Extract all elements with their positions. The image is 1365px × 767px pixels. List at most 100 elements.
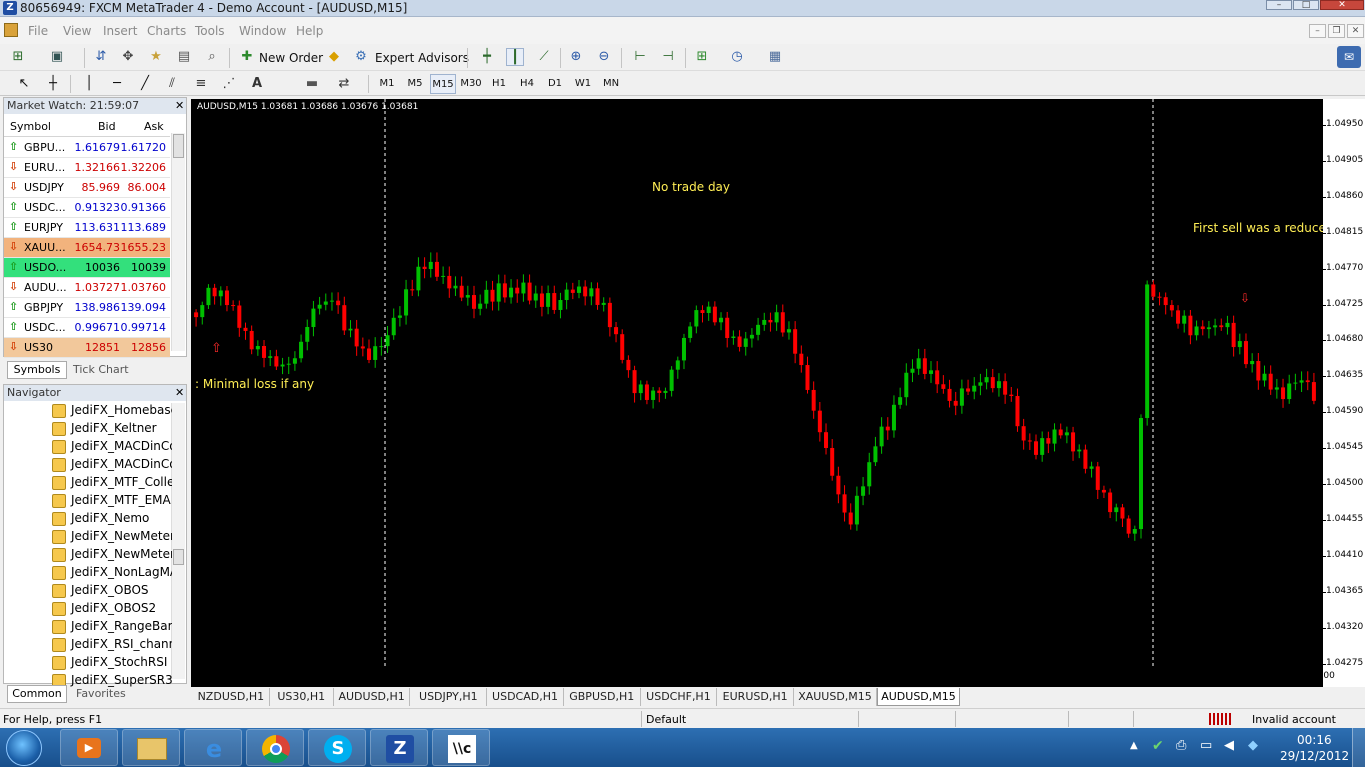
line-chart-icon[interactable]: ⟋ <box>535 48 553 66</box>
text-icon[interactable]: A <box>248 75 266 93</box>
crosshair-icon[interactable]: ┼ <box>44 75 62 93</box>
candlestick-chart-icon[interactable]: ┃ <box>506 48 524 66</box>
menu-view[interactable]: View <box>63 24 91 38</box>
navigator-item[interactable]: JediFX_Homebase <box>52 403 172 421</box>
navigator-item[interactable]: JediFX_MACDinCo <box>52 457 172 475</box>
navigator-item[interactable]: JediFX_NonLagMA <box>52 565 172 583</box>
timeframe-d1[interactable]: D1 <box>542 74 568 94</box>
show-desktop-button[interactable] <box>1352 728 1365 767</box>
notifications-icon[interactable]: ✉ <box>1337 46 1361 68</box>
navigator-item[interactable]: JediFX_MTF_Colle <box>52 475 172 493</box>
chart-tab[interactable]: XAUUSD,M15 <box>794 688 877 706</box>
market-watch-scroll-thumb[interactable] <box>173 134 184 158</box>
tab-symbols[interactable]: Symbols <box>7 361 67 379</box>
chart-area[interactable]: AUDUSD,M15 1.03681 1.03686 1.03676 1.036… <box>191 99 1326 687</box>
timeframe-h4[interactable]: H4 <box>514 74 540 94</box>
close-button[interactable]: ✕ <box>1320 0 1364 10</box>
tray-volume-icon[interactable]: ◀ <box>1224 738 1234 753</box>
fibonacci-fan-icon[interactable]: ⋰ <box>220 75 238 93</box>
navigator-item[interactable]: JediFX_OBOS2 <box>52 601 172 619</box>
column-ask[interactable]: Ask <box>144 120 164 133</box>
chart-tab[interactable]: GBPUSD,H1 <box>564 688 641 706</box>
navigator-item[interactable]: JediFX_Nemo <box>52 511 172 529</box>
timeframe-mn[interactable]: MN <box>598 74 624 94</box>
terminal-icon[interactable]: ▤ <box>175 48 193 66</box>
chart-tab[interactable]: USDJPY,H1 <box>411 688 488 706</box>
market-watch-scrollbar[interactable] <box>171 133 185 351</box>
strategy-tester-icon[interactable]: ⌕ <box>203 48 221 66</box>
bar-chart-icon[interactable]: ┿ <box>478 48 496 66</box>
templates-icon[interactable]: ▦ <box>766 48 784 66</box>
menu-file[interactable]: File <box>28 24 48 38</box>
timeframe-m15[interactable]: M15 <box>430 74 456 94</box>
data-window-icon[interactable]: ✥ <box>119 48 137 66</box>
chart-tab[interactable]: USDCAD,H1 <box>487 688 564 706</box>
menu-insert[interactable]: Insert <box>103 24 137 38</box>
taskbar-internet-explorer[interactable]: e <box>184 729 242 766</box>
taskbar-chrome[interactable] <box>246 729 304 766</box>
zoom-in-icon[interactable]: ⊕ <box>567 48 585 66</box>
chart-tab[interactable]: US30,H1 <box>270 688 334 706</box>
mdi-restore-button[interactable]: ❐ <box>1328 24 1345 38</box>
chart-canvas[interactable]: ⇧⇩ <box>191 99 1323 668</box>
chart-tab[interactable]: USDCHF,H1 <box>641 688 718 706</box>
zoom-out-icon[interactable]: ⊖ <box>595 48 613 66</box>
profiles-icon[interactable]: ▣ <box>48 48 66 66</box>
column-symbol[interactable]: Symbol <box>10 120 51 133</box>
tray-dropbox-icon[interactable]: ◆ <box>1248 738 1258 753</box>
new-order-icon[interactable]: ✚ <box>238 48 256 66</box>
navigator-icon[interactable]: ★ <box>147 48 165 66</box>
tray-security-icon[interactable]: ✔ <box>1152 738 1164 754</box>
market-watch-row[interactable]: ⇩ AUDU... 1.03727 1.03760 <box>4 278 170 298</box>
market-watch-icon[interactable]: ⇵ <box>92 48 110 66</box>
taskbar-skype[interactable]: S <box>308 729 366 766</box>
fibonacci-icon[interactable]: ≡ <box>192 75 210 93</box>
minimize-button[interactable]: – <box>1266 0 1292 10</box>
navigator-item[interactable]: JediFX_MTF_EMA <box>52 493 172 511</box>
chart-tab[interactable]: AUDUSD,H1 <box>334 688 411 706</box>
navigator-item[interactable]: JediFX_Keltner <box>52 421 172 439</box>
taskbar-metatrader[interactable]: Z <box>370 729 428 766</box>
navigator-close-icon[interactable]: ✕ <box>175 386 184 399</box>
market-watch-row[interactable]: ⇧ EURJPY 113.631 113.689 <box>4 218 170 238</box>
taskbar-media-player[interactable]: ▶ <box>60 729 118 766</box>
text-label-icon[interactable]: ▬ <box>303 75 321 93</box>
periods-icon[interactable]: ◷ <box>728 48 746 66</box>
timeframe-m5[interactable]: M5 <box>402 74 428 94</box>
cursor-icon[interactable]: ↖ <box>15 75 33 93</box>
tab-common[interactable]: Common <box>7 685 67 703</box>
auto-scroll-icon[interactable]: ⊢ <box>631 48 649 66</box>
menu-window[interactable]: Window <box>239 24 286 38</box>
start-button[interactable] <box>6 730 42 766</box>
taskbar-explorer[interactable] <box>122 729 180 766</box>
expert-advisors-button[interactable]: Expert Advisors <box>375 48 469 68</box>
timeframe-h1[interactable]: H1 <box>486 74 512 94</box>
new-chart-icon[interactable]: ⊞ <box>9 48 27 66</box>
tab-tick-chart[interactable]: Tick Chart <box>73 363 129 377</box>
market-watch-row[interactable]: ⇧ GBPU... 1.61679 1.61720 <box>4 138 170 158</box>
chart-tab[interactable]: EURUSD,H1 <box>717 688 794 706</box>
chart-shift-icon[interactable]: ⊣ <box>659 48 677 66</box>
price-scale[interactable]: 1.04950 1.04905 1.04860 1.04815 1.04770 1.047… <box>1323 99 1365 687</box>
taskbar-other-app[interactable]: \\c <box>432 729 490 766</box>
market-watch-row[interactable]: ⇧ USDO... 10036 10039 <box>4 258 170 278</box>
indicators-icon[interactable]: ⊞ <box>693 48 711 66</box>
menu-help[interactable]: Help <box>296 24 323 38</box>
menu-charts[interactable]: Charts <box>147 24 186 38</box>
tray-network-icon[interactable]: ▭ <box>1200 738 1212 753</box>
navigator-scroll-thumb[interactable] <box>173 549 184 565</box>
maximize-button[interactable]: □ <box>1293 0 1319 10</box>
chart-tab[interactable]: NZDUSD,H1 <box>193 688 270 706</box>
expert-advisors-icon[interactable]: ⚙ <box>352 48 370 66</box>
market-watch-row[interactable]: ⇧ GBPJPY 138.986 139.094 <box>4 298 170 318</box>
vertical-line-icon[interactable]: │ <box>80 75 98 93</box>
timeframe-m1[interactable]: M1 <box>374 74 400 94</box>
navigator-item[interactable]: JediFX_RangeBars <box>52 619 172 637</box>
navigator-item[interactable]: JediFX_NewMeter <box>52 547 172 565</box>
menu-tools[interactable]: Tools <box>195 24 225 38</box>
market-watch-row[interactable]: ⇩ XAUU... 1654.73 1655.23 <box>4 238 170 258</box>
timeframe-m30[interactable]: M30 <box>458 74 484 94</box>
arrows-icon[interactable]: ⇄ <box>335 75 353 93</box>
navigator-item[interactable]: JediFX_MACDinCo <box>52 439 172 457</box>
mdi-close-button[interactable]: ✕ <box>1347 24 1364 38</box>
